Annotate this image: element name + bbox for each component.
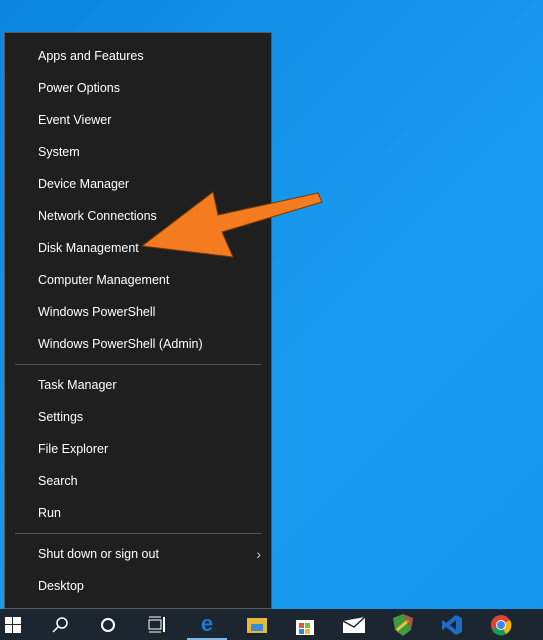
search-icon[interactable] <box>40 609 80 640</box>
menu-item-label: System <box>38 145 80 159</box>
cortana-icon[interactable] <box>88 609 128 640</box>
power-user-menu: Apps and Features Power Options Event View… <box>4 32 272 609</box>
menu-item-label: Shut down or sign out <box>38 547 159 561</box>
menu-item-label: Power Options <box>38 81 120 95</box>
menu-item-disk-management[interactable]: Disk Management <box>5 232 271 264</box>
menu-item-run[interactable]: Run <box>5 497 271 529</box>
menu-item-file-explorer[interactable]: File Explorer <box>5 433 271 465</box>
vscode-icon[interactable] <box>432 609 472 640</box>
edge-icon[interactable]: e <box>187 609 227 640</box>
chevron-right-icon: › <box>256 546 261 562</box>
chrome-icon[interactable] <box>481 609 521 640</box>
mail-icon[interactable] <box>334 609 374 640</box>
menu-item-power-options[interactable]: Power Options <box>5 72 271 104</box>
menu-item-computer-management[interactable]: Computer Management <box>5 264 271 296</box>
menu-item-label: Search <box>38 474 78 488</box>
menu-item-shut-down-or-sign-out[interactable]: Shut down or sign out › <box>5 538 271 570</box>
menu-item-windows-powershell-admin[interactable]: Windows PowerShell (Admin) <box>5 328 271 360</box>
menu-item-apps-and-features[interactable]: Apps and Features <box>5 40 271 72</box>
store-icon[interactable] <box>285 609 325 640</box>
menu-item-settings[interactable]: Settings <box>5 401 271 433</box>
menu-item-label: Task Manager <box>38 378 117 392</box>
maps-icon[interactable] <box>383 609 423 640</box>
menu-item-device-manager[interactable]: Device Manager <box>5 168 271 200</box>
menu-item-event-viewer[interactable]: Event Viewer <box>5 104 271 136</box>
menu-item-label: Device Manager <box>38 177 130 191</box>
menu-divider <box>15 533 261 534</box>
menu-item-system[interactable]: System <box>5 136 271 168</box>
menu-item-label: Disk Management <box>38 241 139 255</box>
menu-item-network-connections[interactable]: Network Connections <box>5 200 271 232</box>
menu-item-label: Event Viewer <box>38 113 112 127</box>
task-view-icon[interactable] <box>137 609 177 640</box>
menu-item-desktop[interactable]: Desktop <box>5 570 271 602</box>
menu-item-windows-powershell[interactable]: Windows PowerShell <box>5 296 271 328</box>
menu-item-label: Apps and Features <box>38 49 144 63</box>
menu-item-label: File Explorer <box>38 442 109 456</box>
menu-item-task-manager[interactable]: Task Manager <box>5 369 271 401</box>
menu-item-label: Computer Management <box>38 273 170 287</box>
menu-item-label: Network Connections <box>38 209 157 223</box>
menu-divider <box>15 364 261 365</box>
menu-item-label: Desktop <box>38 579 84 593</box>
menu-item-label: Run <box>38 506 61 520</box>
windows-start-icon[interactable] <box>0 609 33 640</box>
menu-item-label: Settings <box>38 410 84 424</box>
file-explorer-icon[interactable] <box>237 609 277 640</box>
menu-item-search[interactable]: Search <box>5 465 271 497</box>
taskbar: e <box>0 609 543 640</box>
menu-item-label: Windows PowerShell (Admin) <box>38 337 203 351</box>
menu-item-label: Windows PowerShell <box>38 305 156 319</box>
